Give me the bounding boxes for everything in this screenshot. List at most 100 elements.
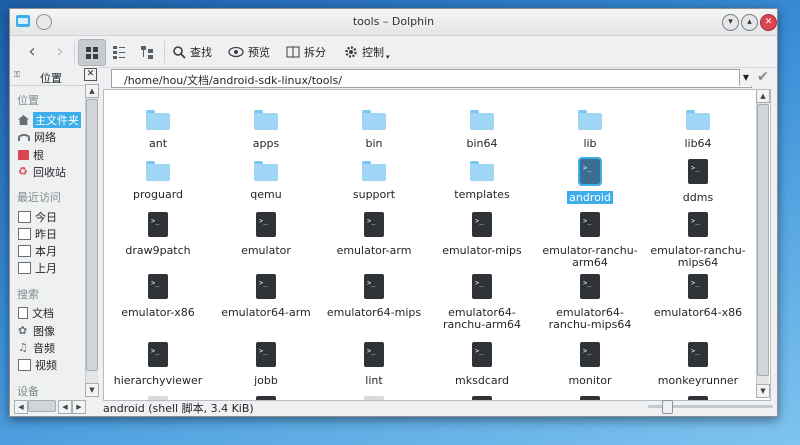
status-bar-text: android (shell 脚本, 3.4 KiB) xyxy=(103,402,254,415)
close-button[interactable]: ✕ xyxy=(760,14,777,31)
file-item[interactable]: >_ emulator64-arm xyxy=(212,274,320,322)
file-name-text: emulator64-ranchu-mips64 xyxy=(548,306,632,331)
file-item[interactable]: >_ mksdcard xyxy=(428,342,536,390)
folder-item[interactable]: apps xyxy=(212,108,320,156)
folder-item[interactable]: bin xyxy=(320,108,428,156)
places-horizontal-scrollbar[interactable]: ◀ ◀ ▶ xyxy=(14,400,98,414)
file-name-text: lib64 xyxy=(684,137,712,150)
tree-view-button[interactable] xyxy=(134,39,160,64)
places-scrollbar[interactable]: ▲ ▼ xyxy=(85,84,99,397)
file-item[interactable]: >_ emulator64-ranchu-mips64 xyxy=(536,274,644,331)
scroll-left-button[interactable]: ◀ xyxy=(14,400,28,414)
folder-icon xyxy=(362,161,386,181)
minimize-button[interactable]: ▾ xyxy=(722,14,739,31)
search-images[interactable]: ✿ 图像 xyxy=(18,323,55,339)
scroll-down-button[interactable]: ▼ xyxy=(85,383,99,397)
file-name-label: lib64 xyxy=(644,138,752,150)
recent-last-month[interactable]: 上月 xyxy=(18,260,57,276)
file-name-label: android xyxy=(536,191,644,204)
folder-item[interactable]: lib xyxy=(536,108,644,156)
file-item[interactable]: >_ hierarchyviewer xyxy=(104,342,212,390)
file-item[interactable]: >_ android xyxy=(536,157,644,207)
title-bar[interactable]: tools – Dolphin ▾ ▴ ✕ xyxy=(10,9,777,36)
lock-icon[interactable]: ⚿ xyxy=(14,70,20,80)
recent-today[interactable]: 今日 xyxy=(18,209,57,225)
forward-button[interactable]: › xyxy=(48,39,72,64)
zoom-slider-handle[interactable] xyxy=(662,400,673,414)
file-item[interactable]: >_ emulator64-mips xyxy=(320,274,428,322)
file-item[interactable]: >_ emulator64-x86 xyxy=(644,274,752,322)
home-icon xyxy=(18,115,29,125)
place-network[interactable]: 网络 xyxy=(18,129,56,145)
place-home[interactable]: 主文件夹 xyxy=(18,112,81,128)
scroll-up-button[interactable]: ▲ xyxy=(85,84,99,98)
file-item-partial[interactable] xyxy=(688,396,708,400)
back-button[interactable]: ‹ xyxy=(20,39,44,64)
folder-icon xyxy=(578,110,602,130)
terminal-script-icon: >_ xyxy=(688,342,708,367)
search-icon xyxy=(173,45,186,59)
scroll-thumb[interactable] xyxy=(28,400,56,412)
icons-view-button[interactable] xyxy=(78,39,106,66)
file-item[interactable]: >_ lint xyxy=(320,342,428,390)
file-name-text: apps xyxy=(252,137,280,150)
split-view-icon xyxy=(286,46,300,57)
folder-item[interactable]: support xyxy=(320,159,428,207)
place-trash[interactable]: ♻ 回收站 xyxy=(18,164,66,180)
file-name-label: ddms xyxy=(644,192,752,204)
file-item[interactable]: >_ emulator-arm xyxy=(320,212,428,260)
scroll-thumb[interactable] xyxy=(86,99,98,371)
file-item[interactable]: >_ emulator-ranchu-mips64 xyxy=(644,212,752,269)
maximize-button[interactable]: ▴ xyxy=(741,14,758,31)
folder-item[interactable]: bin64 xyxy=(428,108,536,156)
recent-yesterday[interactable]: 昨日 xyxy=(18,226,57,242)
file-item[interactable]: >_ ddms xyxy=(644,159,752,207)
terminal-script-icon: >_ xyxy=(364,212,384,237)
file-view-scrollbar[interactable]: ▲ ▼ xyxy=(756,90,770,398)
file-item[interactable]: >_ draw9patch xyxy=(104,212,212,260)
folder-item[interactable]: lib64 xyxy=(644,108,752,156)
folder-item[interactable]: templates xyxy=(428,159,536,207)
recent-this-month[interactable]: 本月 xyxy=(18,243,57,259)
file-item[interactable]: >_ emulator-ranchu-arm64 xyxy=(536,212,644,269)
location-bar[interactable]: /home/hou/文档/android-sdk-linux/tools/ xyxy=(111,69,752,88)
control-menu-button[interactable]: 控制 ▾ xyxy=(344,39,390,64)
scroll-thumb[interactable] xyxy=(757,104,769,376)
folder-item[interactable]: ant xyxy=(104,108,212,156)
file-name-text: hierarchyviewer xyxy=(113,374,203,387)
chevron-down-icon: ▾ xyxy=(386,52,390,61)
folder-item[interactable]: qemu xyxy=(212,159,320,207)
scroll-down-button[interactable]: ▼ xyxy=(756,384,770,398)
file-item[interactable]: >_ emulator-x86 xyxy=(104,274,212,322)
folder-item[interactable]: proguard xyxy=(104,159,212,207)
scroll-left-button[interactable]: ◀ xyxy=(58,400,72,414)
search-video[interactable]: 视频 xyxy=(18,357,57,373)
place-root[interactable]: 根 xyxy=(18,147,44,163)
folder-icon xyxy=(146,161,170,181)
zoom-slider[interactable] xyxy=(648,400,773,414)
preview-button[interactable]: 预览 xyxy=(228,39,270,64)
file-item[interactable]: >_ monkeyrunner xyxy=(644,342,752,390)
find-button[interactable]: 查找 xyxy=(172,39,212,64)
split-button[interactable]: 拆分 xyxy=(286,39,326,64)
compact-view-button[interactable] xyxy=(106,39,132,64)
file-item[interactable]: >_ jobb xyxy=(212,342,320,390)
scroll-up-button[interactable]: ▲ xyxy=(756,90,770,103)
location-history-dropdown[interactable]: ▼ xyxy=(739,69,752,86)
close-panel-button[interactable]: ✕ xyxy=(84,68,97,81)
search-documents[interactable]: 文档 xyxy=(18,305,54,321)
folder-icon xyxy=(254,110,278,130)
file-view[interactable]: ant apps bin bin64 lib lib64 proguard qemu suppo… xyxy=(103,89,771,401)
calendar-icon xyxy=(18,228,31,240)
confirm-location-button[interactable]: ✔ xyxy=(757,69,769,85)
file-item[interactable]: >_ emulator64-ranchu-arm64 xyxy=(428,274,536,331)
file-item[interactable]: >_ monitor xyxy=(536,342,644,390)
file-name-label: ant xyxy=(104,138,212,150)
file-item[interactable]: >_ emulator-mips xyxy=(428,212,536,260)
file-item[interactable]: >_ emulator xyxy=(212,212,320,260)
folder-icon xyxy=(362,110,386,130)
scroll-right-button[interactable]: ▶ xyxy=(72,400,86,414)
search-audio[interactable]: ♫ 音频 xyxy=(18,340,55,356)
eye-icon xyxy=(228,46,244,57)
folder-icon xyxy=(470,110,494,130)
